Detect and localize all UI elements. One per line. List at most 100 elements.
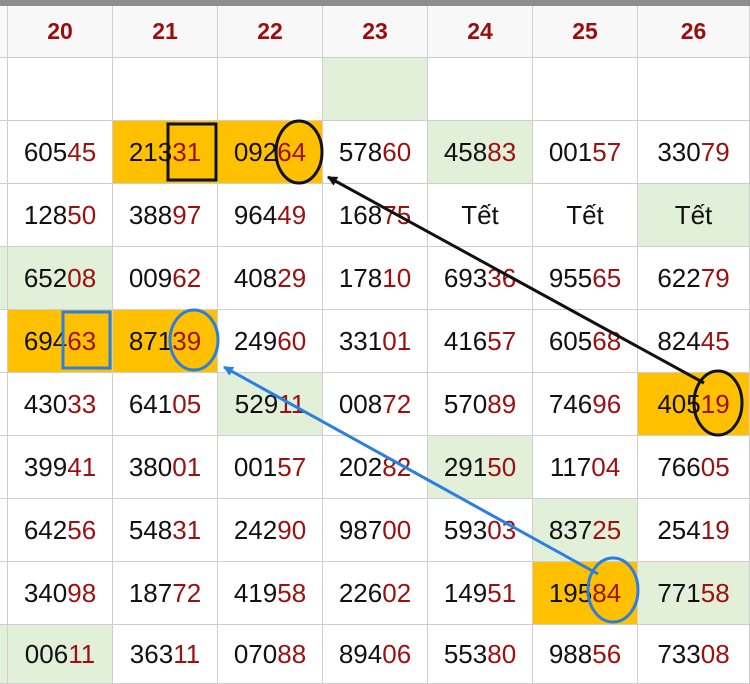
result-number-tail: 08 bbox=[700, 638, 730, 669]
result-cell: 168 75 bbox=[323, 184, 428, 247]
result-number-head: 641 bbox=[128, 388, 173, 419]
result-number-head: 837 bbox=[548, 514, 593, 545]
result-number-tail: 03 bbox=[487, 514, 517, 545]
result-cell: 249 60 bbox=[218, 310, 323, 373]
result-number-tail: 45 bbox=[67, 136, 97, 167]
result-number-head: 548 bbox=[128, 514, 173, 545]
result-cell: 380 01 bbox=[113, 436, 218, 499]
result-number-head: 771 bbox=[657, 577, 701, 608]
result-number-head: 416 bbox=[443, 325, 488, 356]
result-number-head: 092 bbox=[233, 136, 278, 167]
result-cell: 871 39 bbox=[113, 310, 218, 373]
result-cell: 254 19 bbox=[638, 499, 750, 562]
result-number-head: 894 bbox=[338, 638, 383, 669]
result-number-head: 331 bbox=[338, 325, 383, 356]
result-cell: 202 82 bbox=[323, 436, 428, 499]
result-number-tail: 01 bbox=[382, 325, 412, 356]
result-cell: 605 68 bbox=[533, 310, 638, 373]
result-cell: 553 80 bbox=[428, 625, 533, 684]
result-cell: 213 31 bbox=[113, 121, 218, 184]
result-number-head: 006 bbox=[24, 638, 69, 669]
result-cell: 128 50 bbox=[8, 184, 113, 247]
result-cell: 070 88 bbox=[218, 625, 323, 684]
result-number-head: 570 bbox=[443, 388, 488, 419]
result-cell: 652 08 bbox=[8, 247, 113, 310]
result-cell: 149 51 bbox=[428, 562, 533, 625]
result-cell: 733 08 bbox=[638, 625, 750, 684]
result-number-head: 202 bbox=[338, 451, 383, 482]
result-cell: 771 58 bbox=[638, 562, 750, 625]
result-number-tail: 72 bbox=[382, 388, 412, 419]
result-cell: 242 90 bbox=[218, 499, 323, 562]
result-number-head: 249 bbox=[233, 325, 278, 356]
result-number-tail: 33 bbox=[67, 388, 97, 419]
result-number-head: 242 bbox=[233, 514, 278, 545]
result-cell bbox=[533, 58, 638, 121]
result-cell: 987 00 bbox=[323, 499, 428, 562]
result-cell: 408 29 bbox=[218, 247, 323, 310]
result-number-tail: 98 bbox=[67, 577, 97, 608]
result-number-head: 405 bbox=[657, 388, 701, 419]
result-number-tail: 39 bbox=[172, 325, 202, 356]
result-cell: 458 83 bbox=[428, 121, 533, 184]
partial-column-cell bbox=[0, 562, 8, 625]
result-number-tail: 11 bbox=[68, 638, 96, 669]
result-number-tail: 79 bbox=[700, 262, 730, 293]
result-number-tail: 01 bbox=[172, 451, 202, 482]
result-number-head: 458 bbox=[443, 136, 488, 167]
result-number-head: 009 bbox=[128, 262, 173, 293]
result-number-head: 117 bbox=[549, 451, 592, 482]
column-header-day-24: 24 bbox=[428, 6, 533, 58]
result-number-head: 593 bbox=[443, 514, 488, 545]
result-cell: 340 98 bbox=[8, 562, 113, 625]
column-header-day-20: 20 bbox=[8, 6, 113, 58]
result-number-tail: 96 bbox=[592, 388, 622, 419]
result-number-head: 652 bbox=[23, 262, 68, 293]
result-number-head: 070 bbox=[233, 638, 278, 669]
result-number-tail: 31 bbox=[172, 136, 202, 167]
result-cell: 187 72 bbox=[113, 562, 218, 625]
result-cell: 008 72 bbox=[323, 373, 428, 436]
result-number-head: 988 bbox=[548, 638, 593, 669]
result-number-tail: 29 bbox=[277, 262, 307, 293]
holiday-label: Tết bbox=[461, 199, 499, 230]
result-number-head: 380 bbox=[128, 451, 173, 482]
result-cell: Tết bbox=[533, 184, 638, 247]
result-number-head: 291 bbox=[443, 451, 488, 482]
result-number-head: 578 bbox=[338, 136, 383, 167]
result-number-tail: 57 bbox=[277, 451, 307, 482]
result-cell: 331 01 bbox=[323, 310, 428, 373]
result-cell: 837 25 bbox=[533, 499, 638, 562]
result-number-head: 622 bbox=[657, 262, 701, 293]
result-number-head: 693 bbox=[443, 262, 488, 293]
result-number-tail: 11 bbox=[278, 388, 306, 419]
result-number-tail: 57 bbox=[592, 136, 622, 167]
result-number-tail: 64 bbox=[277, 136, 307, 167]
result-number-tail: 45 bbox=[700, 325, 730, 356]
partial-column-cell bbox=[0, 310, 8, 373]
result-cell: 291 50 bbox=[428, 436, 533, 499]
result-number-tail: 60 bbox=[277, 325, 307, 356]
result-number-tail: 04 bbox=[591, 451, 621, 482]
result-number-head: 955 bbox=[548, 262, 593, 293]
result-cell: 641 05 bbox=[113, 373, 218, 436]
result-cell: 178 10 bbox=[323, 247, 428, 310]
result-number-head: 399 bbox=[23, 451, 68, 482]
result-number-tail: 88 bbox=[277, 638, 307, 669]
column-header-day-22: 22 bbox=[218, 6, 323, 58]
result-cell: 824 45 bbox=[638, 310, 750, 373]
result-number-tail: 05 bbox=[700, 451, 730, 482]
result-number-head: 605 bbox=[23, 136, 68, 167]
result-number-tail: 08 bbox=[67, 262, 97, 293]
result-cell: 605 45 bbox=[8, 121, 113, 184]
result-number-head: 419 bbox=[233, 577, 278, 608]
result-number-head: 430 bbox=[23, 388, 68, 419]
partial-column-cell bbox=[0, 58, 8, 121]
result-number-head: 187 bbox=[128, 577, 173, 608]
result-cell: Tết bbox=[638, 184, 750, 247]
result-number-head: 340 bbox=[23, 577, 68, 608]
result-number-tail: 02 bbox=[382, 577, 412, 608]
result-number-head: 529 bbox=[234, 388, 279, 419]
column-header-day-21: 21 bbox=[113, 6, 218, 58]
result-number-head: 605 bbox=[548, 325, 593, 356]
